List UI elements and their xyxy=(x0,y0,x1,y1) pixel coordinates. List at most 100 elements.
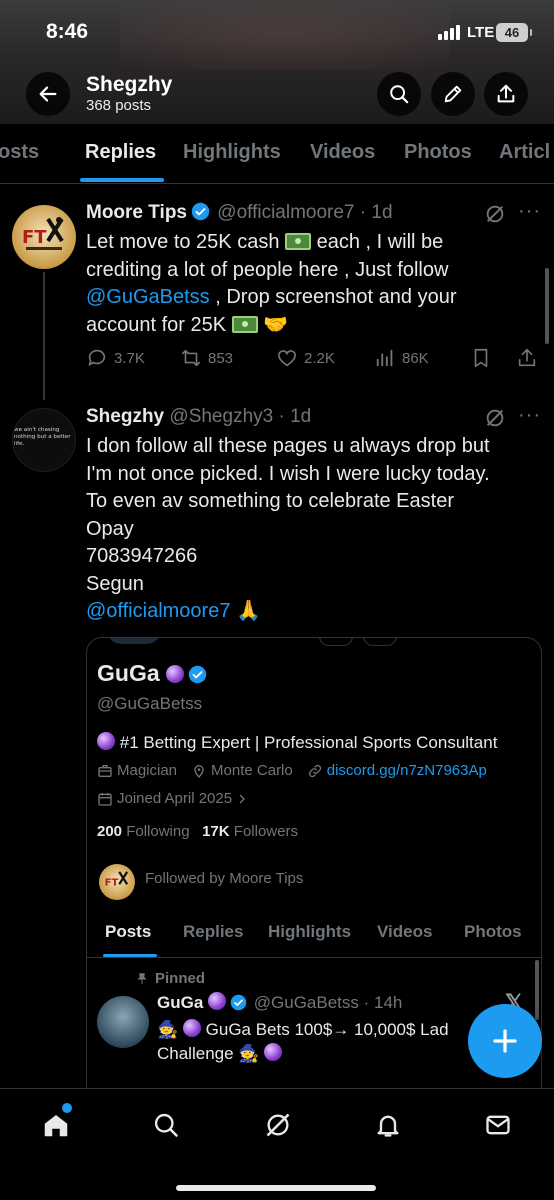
card-name-text: GuGa xyxy=(97,660,160,686)
grok-icon[interactable] xyxy=(484,203,506,225)
tab-photos[interactable]: Photos xyxy=(404,141,472,164)
tweet-header: Moore Tips @officialmoore7 · 1d xyxy=(86,202,393,224)
svg-text:FT: FT xyxy=(22,227,47,248)
card-joined: Joined April 2025 xyxy=(117,790,233,807)
arrow-left-icon xyxy=(39,86,57,102)
share-post-button[interactable] xyxy=(516,347,538,369)
pinned-author-handle[interactable]: @GuGaBetss · 14h xyxy=(254,993,403,1012)
nav-messages[interactable] xyxy=(480,1107,516,1143)
card-tab-posts[interactable]: Posts xyxy=(105,922,151,942)
reply-button[interactable]: 3.7K xyxy=(86,347,145,369)
card-website-link[interactable]: discord.gg/n7zN7963Ap xyxy=(327,762,487,779)
repost-button[interactable]: 853 xyxy=(180,347,233,369)
following-count[interactable]: 200 xyxy=(97,823,122,840)
edit-button[interactable] xyxy=(431,72,475,116)
avatar-caption: we ain't chasing nothing but a better li… xyxy=(14,427,71,447)
mention-link[interactable]: @GuGaBetss xyxy=(86,286,210,308)
nav-grok[interactable] xyxy=(260,1107,296,1143)
follower-avatar[interactable]: FT xyxy=(99,864,135,900)
search-button[interactable] xyxy=(377,72,421,116)
card-profile-name: GuGa xyxy=(97,660,209,687)
tab-highlights[interactable]: Highlights xyxy=(183,141,281,164)
grok-icon xyxy=(266,1113,290,1137)
followers-count[interactable]: 17K xyxy=(202,823,230,840)
following-label[interactable]: Following xyxy=(126,823,189,840)
views-icon xyxy=(376,349,393,367)
pinned-label: Pinned xyxy=(135,970,205,987)
tweet-text: 7083947266 xyxy=(86,545,198,567)
battery-icon: 46 xyxy=(496,23,532,42)
card-tabs: Posts Replies Highlights Videos Photos xyxy=(87,908,541,958)
notification-dot xyxy=(62,1103,72,1113)
share-button[interactable] xyxy=(484,72,528,116)
location-icon xyxy=(194,764,204,778)
person-emoji-icon: 🧙 xyxy=(238,1044,260,1063)
card-tab-highlights[interactable]: Highlights xyxy=(268,922,351,942)
avatar[interactable]: FT xyxy=(12,205,76,269)
more-options-icon[interactable]: ··· xyxy=(518,404,541,427)
views-button[interactable]: 86K xyxy=(374,347,429,369)
repost-icon xyxy=(181,349,201,367)
card-tab-replies[interactable]: Replies xyxy=(183,922,243,942)
author-name[interactable]: Moore Tips xyxy=(86,202,187,223)
compose-button[interactable] xyxy=(468,1004,542,1078)
card-tab-photos[interactable]: Photos xyxy=(464,922,522,942)
posts-count: 368 posts xyxy=(86,97,152,114)
tweet-body: I don follow all these pages u always dr… xyxy=(86,433,541,626)
tweet-text: crediting a lot of people here , Just fo… xyxy=(86,258,449,281)
verified-badge-icon xyxy=(230,994,247,1011)
card-scrollbar[interactable] xyxy=(535,960,539,1020)
tab-posts[interactable]: osts xyxy=(0,141,39,164)
verified-badge-icon xyxy=(191,202,210,221)
home-indicator xyxy=(176,1185,376,1191)
more-options-icon[interactable]: ··· xyxy=(518,200,541,223)
nav-search[interactable] xyxy=(148,1107,184,1143)
bookmark-button[interactable] xyxy=(470,347,492,369)
card-button-edge xyxy=(363,638,397,646)
card-button-edge xyxy=(319,638,353,646)
bookmark-icon xyxy=(474,348,488,368)
back-button[interactable] xyxy=(26,72,70,116)
card-job: Magician xyxy=(117,762,178,779)
tweet-text: I'm not once picked. I wish I were lucky… xyxy=(86,462,490,485)
followers-label[interactable]: Followers xyxy=(234,823,298,840)
tab-videos[interactable]: Videos xyxy=(310,141,375,164)
pinned-author-avatar[interactable] xyxy=(97,996,149,1048)
tweet-text: Let move to 25K cash xyxy=(86,231,280,253)
crystal-ball-emoji-icon xyxy=(264,1043,283,1061)
link-icon xyxy=(308,764,321,777)
author-handle[interactable]: @Shegzhy3 · 1d xyxy=(169,406,311,427)
author-handle[interactable]: @officialmoore7 · 1d xyxy=(217,202,392,223)
tweet-text: I don follow all these pages u always dr… xyxy=(86,435,490,457)
nav-notifications[interactable] xyxy=(370,1107,406,1143)
author-name[interactable]: Shegzhy xyxy=(86,406,164,427)
status-bar: 8:46 LTE 46 xyxy=(0,0,554,66)
card-bio: #1 Betting Expert | Professional Sports … xyxy=(97,732,497,753)
heart-icon xyxy=(277,350,297,367)
grok-icon[interactable] xyxy=(484,407,506,429)
signal-icon xyxy=(438,25,460,40)
pinned-author-name[interactable]: GuGa xyxy=(157,993,203,1012)
tab-replies[interactable]: Replies xyxy=(85,141,156,164)
share-icon xyxy=(518,348,536,367)
tweet-text: each , I will be xyxy=(316,231,444,253)
money-emoji-icon xyxy=(285,233,312,250)
tweet-body: Let move to 25K cash each , I will be cr… xyxy=(86,229,541,339)
tab-articles[interactable]: Articl xyxy=(499,141,550,164)
followed-by-text[interactable]: Followed by Moore Tips xyxy=(145,870,303,887)
mail-icon xyxy=(486,1115,510,1135)
reply-count: 3.7K xyxy=(114,349,145,367)
card-active-tab-indicator xyxy=(103,954,157,957)
like-count: 2.2K xyxy=(304,349,335,367)
crystal-ball-emoji-icon xyxy=(182,1019,201,1037)
mention-link[interactable]: @officialmoore7 xyxy=(86,600,230,622)
like-button[interactable]: 2.2K xyxy=(276,347,335,369)
card-handle: @GuGaBetss xyxy=(97,694,203,713)
avatar[interactable]: we ain't chasing nothing but a better li… xyxy=(12,408,76,472)
pray-emoji-icon: 🙏 xyxy=(236,600,261,622)
card-location: Monte Carlo xyxy=(211,762,293,779)
search-icon xyxy=(390,85,409,104)
pinned-tweet-body: 🧙 GuGa Bets 100$→ 10,000$ Lad Challenge … xyxy=(157,1018,487,1066)
scrollbar[interactable] xyxy=(545,268,549,344)
card-tab-videos[interactable]: Videos xyxy=(377,922,432,942)
